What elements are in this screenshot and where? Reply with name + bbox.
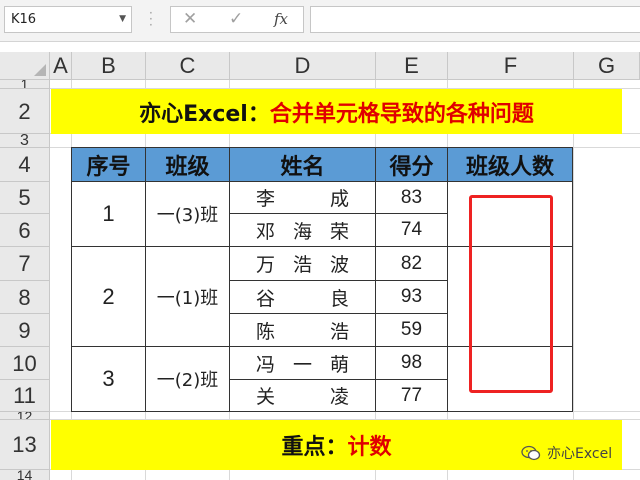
row-header-1[interactable]: 1 <box>0 80 50 89</box>
column-header-f[interactable]: F <box>448 52 574 80</box>
row-header-5[interactable]: 5 <box>0 182 50 214</box>
merged-index-cell[interactable]: 3 <box>72 347 146 412</box>
formula-input[interactable] <box>310 6 640 33</box>
name-cell[interactable]: 冯一萌 <box>230 347 376 380</box>
watermark: 亦心Excel <box>521 443 612 463</box>
name-cell[interactable]: 陈浩 <box>230 314 376 347</box>
name-char: 冯 <box>256 353 276 376</box>
name-char: 海 <box>292 220 312 243</box>
name-char: 荣 <box>329 220 349 243</box>
title-prefix: 亦心Excel： <box>139 101 270 127</box>
score-cell[interactable]: 93 <box>376 281 448 314</box>
select-all-icon <box>34 64 46 76</box>
header-score[interactable]: 得分 <box>376 148 448 182</box>
name-char: 波 <box>329 254 349 276</box>
name-char: 谷 <box>256 287 276 310</box>
confirm-icon[interactable]: ✓ <box>229 7 243 32</box>
row-header-4[interactable]: 4 <box>0 148 50 182</box>
merged-index-cell[interactable]: 2 <box>72 247 146 347</box>
header-class-count[interactable]: 班级人数 <box>448 148 573 182</box>
title-highlight: 合并单元格导致的各种问题 <box>269 101 534 127</box>
bottom-highlight: 计数 <box>347 435 392 460</box>
title-banner[interactable]: 亦心Excel： 合并单元格导致的各种问题 <box>51 89 622 134</box>
header-name[interactable]: 姓名 <box>230 148 376 182</box>
name-char: 邓 <box>256 220 276 243</box>
column-header-e[interactable]: E <box>376 52 448 80</box>
wechat-icon <box>521 445 541 461</box>
merged-index-cell[interactable]: 1 <box>72 182 146 247</box>
row-header-6[interactable]: 6 <box>0 214 50 247</box>
row-header-10[interactable]: 10 <box>0 347 50 380</box>
watermark-text: 亦心Excel <box>547 446 613 462</box>
chevron-down-icon[interactable]: ▼ <box>119 7 126 32</box>
name-char: 浩 <box>329 320 349 343</box>
formula-buttons: ✕ ✓ fx <box>170 6 304 33</box>
row-header-7[interactable]: 7 <box>0 247 50 281</box>
merged-class-cell[interactable]: 一(1)班 <box>146 247 230 347</box>
row-header-12[interactable]: 12 <box>0 412 50 420</box>
header-index[interactable]: 序号 <box>72 148 146 182</box>
score-cell[interactable]: 74 <box>376 214 448 247</box>
name-char: 萌 <box>329 353 349 376</box>
merged-class-cell[interactable]: 一(3)班 <box>146 182 230 247</box>
row-header-11[interactable]: 11 <box>0 380 50 412</box>
row-header-13[interactable]: 13 <box>0 420 50 470</box>
name-cell[interactable]: 邓海荣 <box>230 214 376 247</box>
row-header-3[interactable]: 3 <box>0 134 50 148</box>
name-char: 浩 <box>292 254 312 276</box>
row-header-9[interactable]: 9 <box>0 314 50 347</box>
cancel-icon[interactable]: ✕ <box>183 7 197 32</box>
name-box[interactable]: K16 ▼ <box>4 6 132 33</box>
name-char: 凌 <box>329 386 349 408</box>
column-header-g[interactable]: G <box>574 52 640 80</box>
merged-class-cell[interactable]: 一(2)班 <box>146 347 230 412</box>
name-char: 一 <box>292 353 312 376</box>
formula-bar: K16 ▼ · · · ✕ ✓ fx <box>0 0 640 42</box>
row-header-2[interactable]: 2 <box>0 89 50 134</box>
column-header-a[interactable]: A <box>50 52 72 80</box>
highlight-box <box>469 195 553 393</box>
row-header-8[interactable]: 8 <box>0 281 50 314</box>
name-char: 陈 <box>256 320 276 343</box>
score-cell[interactable]: 77 <box>376 380 448 412</box>
name-char: 良 <box>329 287 349 310</box>
row-header-14[interactable]: 14 <box>0 470 50 480</box>
name-cell[interactable]: 谷良 <box>230 281 376 314</box>
score-cell[interactable]: 82 <box>376 247 448 281</box>
score-cell[interactable]: 83 <box>376 182 448 214</box>
name-cell[interactable]: 李成 <box>230 182 376 214</box>
name-char: 李 <box>256 188 276 210</box>
bottom-prefix: 重点： <box>281 435 348 460</box>
header-class[interactable]: 班级 <box>146 148 230 182</box>
score-cell[interactable]: 98 <box>376 347 448 380</box>
column-header-d[interactable]: D <box>230 52 376 80</box>
name-char: 万 <box>256 254 276 276</box>
column-header-b[interactable]: B <box>72 52 146 80</box>
name-char: 关 <box>256 386 276 408</box>
insert-function-icon[interactable]: fx <box>274 7 288 32</box>
name-box-value: K16 <box>11 12 37 27</box>
name-char: 成 <box>329 188 349 210</box>
score-cell[interactable]: 59 <box>376 314 448 347</box>
drag-handle-icon[interactable]: · · · <box>149 7 153 31</box>
name-cell[interactable]: 关凌 <box>230 380 376 412</box>
select-all-corner[interactable] <box>0 52 50 80</box>
column-header-c[interactable]: C <box>146 52 230 80</box>
name-cell[interactable]: 万浩波 <box>230 247 376 281</box>
